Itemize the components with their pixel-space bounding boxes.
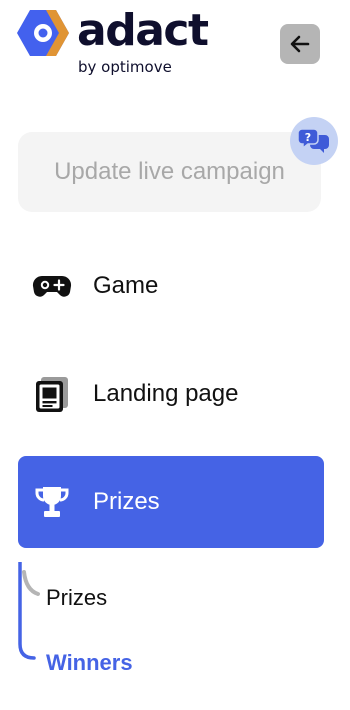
sidebar: adact by optimove Update live campaign ?…: [0, 0, 350, 710]
nav-label-landing-page: Landing page: [93, 380, 239, 407]
svg-text:?: ?: [305, 131, 311, 144]
brand-name: adact: [77, 5, 209, 56]
update-live-campaign-button[interactable]: Update live campaign: [18, 132, 321, 212]
nav-label-game: Game: [93, 272, 159, 299]
submenu-tree-line: [18, 562, 40, 660]
submenu-item-prizes[interactable]: Prizes: [46, 585, 107, 611]
brand-tagline: by optimove: [78, 58, 172, 76]
back-button[interactable]: [280, 24, 320, 64]
submenu-item-winners[interactable]: Winners: [46, 650, 133, 676]
brand-logo[interactable]: adact by optimove: [16, 5, 236, 80]
trophy-icon: [35, 487, 69, 517]
update-live-campaign-label: Update live campaign: [54, 158, 285, 185]
adact-logo-icon: [17, 10, 69, 56]
help-button[interactable]: ?: [290, 117, 338, 165]
nav-item-game[interactable]: Game: [18, 240, 324, 332]
nav-label-prizes: Prizes: [93, 488, 160, 515]
gamepad-icon: [32, 275, 72, 297]
nav-item-prizes[interactable]: Prizes: [18, 456, 324, 548]
arrow-left-icon: [290, 35, 310, 53]
help-chat-icon: ?: [298, 128, 329, 153]
landing-page-icon: [36, 377, 68, 412]
prizes-submenu: Prizes Winners: [18, 562, 324, 682]
nav-item-landing-page[interactable]: Landing page: [18, 348, 324, 440]
